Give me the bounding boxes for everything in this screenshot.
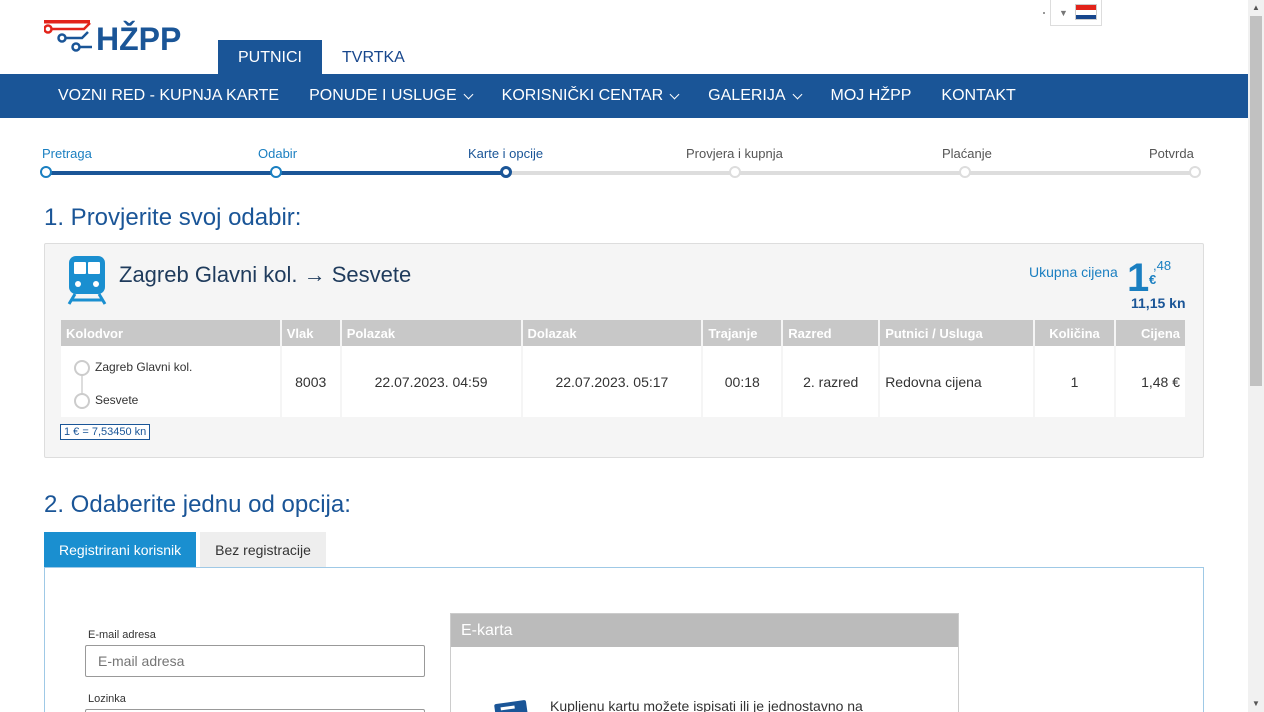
total-price-kn: 11,15 kn: [1131, 295, 1186, 311]
language-selector[interactable]: ▼: [1050, 0, 1102, 26]
stations-cell: Zagreb Glavni kol. Sesvete: [61, 346, 282, 417]
step-dot: [500, 166, 512, 178]
scroll-down-icon[interactable]: ▼: [1248, 696, 1264, 712]
email-label: E-mail adresa: [88, 629, 156, 641]
nav-vozni-red[interactable]: VOZNI RED - KUPNJA KARTE: [58, 87, 279, 105]
scrollbar-thumb[interactable]: [1250, 16, 1262, 386]
nav-label: PONUDE I USLUGE: [309, 87, 457, 104]
nav-moj-hzpp[interactable]: MOJ HŽPP: [831, 87, 912, 105]
step-dot: [270, 166, 282, 178]
col-kolicina: Količina: [1034, 320, 1116, 346]
nav-label: KORISNIČKI CENTAR: [501, 87, 664, 104]
croatian-flag-icon: [1075, 4, 1097, 20]
exchange-rate-badge: 1 € = 7,53450 kn: [60, 424, 151, 440]
departure-time: 22.07.2023. 04:59: [340, 346, 523, 417]
fare-type: Redovna cijena: [879, 346, 1036, 417]
chevron-down-icon: ▼: [1059, 8, 1068, 18]
col-cijena: Cijena: [1114, 320, 1188, 346]
duration: 00:18: [702, 346, 784, 417]
col-vlak: Vlak: [280, 320, 342, 346]
train-number: 8003: [280, 346, 342, 417]
section2-title: 2. Odaberite jednu od opcija:: [44, 491, 351, 518]
hzpp-logo[interactable]: HŽPP: [44, 18, 204, 56]
table-header-row: Kolodvor Vlak Polazak Dolazak Trajanje R…: [61, 320, 1188, 346]
ticket-icon: [494, 700, 529, 712]
nav-kontakt[interactable]: KONTAKT: [941, 87, 1015, 105]
total-price-currency: €: [1149, 272, 1157, 287]
selection-summary: Zagreb Glavni kol. → Sesvete Ukupna cije…: [44, 243, 1204, 458]
col-dolazak: Dolazak: [521, 320, 704, 346]
chevron-down-icon: [463, 89, 474, 99]
ekarta-panel: E-karta Kupljenu kartu možete ispisati i…: [450, 613, 959, 712]
total-price-cents: ,48: [1153, 258, 1172, 273]
to-station: Sesvete: [95, 393, 139, 407]
col-putnici-usluga: Putnici / Usluga: [879, 320, 1036, 346]
top-tabs: PUTNICI TVRTKA: [218, 40, 425, 74]
separator-dot: [1043, 12, 1045, 14]
quantity: 1: [1034, 346, 1116, 417]
station-dot: [74, 393, 90, 409]
nav-label: GALERIJA: [708, 87, 786, 104]
step-provjera-i-kupnja: Provjera i kupnja: [686, 146, 783, 161]
row-price: 1,48 €: [1114, 346, 1188, 417]
main-nav: VOZNI RED - KUPNJA KARTE PONUDE I USLUGE…: [0, 74, 1248, 118]
nav-label: MOJ HŽPP: [830, 87, 912, 104]
nav-label: KONTAKT: [941, 87, 1016, 104]
email-field[interactable]: [85, 645, 425, 677]
nav-galerija[interactable]: GALERIJA: [708, 87, 802, 105]
step-potvrda: Potvrda: [1149, 146, 1194, 161]
arrival-time: 22.07.2023. 05:17: [521, 346, 704, 417]
nav-ponude-i-usluge[interactable]: PONUDE I USLUGE: [309, 87, 474, 105]
step-karte-i-opcije: Karte i opcije: [468, 146, 544, 161]
nav-label: VOZNI RED - KUPNJA KARTE: [58, 87, 280, 104]
step-dot: [729, 166, 741, 178]
route-title: Zagreb Glavni kol. → Sesvete: [119, 262, 412, 287]
page: HŽPP ▼ PUTNICI TVRTKA VOZNI RED - KUPNJA…: [0, 0, 1248, 712]
login-option-tabs: Registrirani korisnik Bez registracije: [44, 532, 330, 568]
total-price-whole: 1: [1127, 256, 1150, 300]
tab-bez-registracije[interactable]: Bez registracije: [200, 532, 326, 568]
from-station: Zagreb Glavni kol.: [95, 360, 193, 374]
col-polazak: Polazak: [340, 320, 523, 346]
ticket-table: Kolodvor Vlak Polazak Dolazak Trajanje R…: [61, 320, 1188, 417]
scroll-up-icon[interactable]: ▲: [1248, 0, 1264, 16]
tab-tvrtka[interactable]: TVRTKA: [322, 40, 425, 74]
chevron-down-icon: [792, 89, 802, 99]
tab-registrirani-korisnik[interactable]: Registrirani korisnik: [44, 532, 197, 568]
col-trajanje: Trajanje: [702, 320, 784, 346]
vertical-scrollbar[interactable]: ▲ ▼: [1248, 0, 1264, 712]
step-placanje: Plaćanje: [942, 146, 992, 161]
table-row: Zagreb Glavni kol. Sesvete 8003 22.07.20…: [61, 346, 1188, 417]
station-dot: [74, 360, 90, 376]
chevron-down-icon: [669, 89, 680, 99]
step-odabir[interactable]: Odabir: [258, 146, 297, 161]
step-dot: [959, 166, 971, 178]
ekarta-title: E-karta: [451, 614, 958, 647]
total-price-label: Ukupna cijena: [1029, 264, 1118, 280]
ekarta-description: Kupljenu kartu možete ispisati ili je je…: [550, 698, 863, 712]
password-label: Lozinka: [88, 693, 126, 705]
travel-class: 2. razred: [782, 346, 881, 417]
progress-track: [46, 171, 1196, 175]
step-dot: [40, 166, 52, 178]
svg-text:HŽPP: HŽPP: [96, 21, 181, 56]
section1-title: 1. Provjerite svoj odabir:: [44, 204, 302, 231]
step-dot: [1189, 166, 1201, 178]
col-kolodvor: Kolodvor: [61, 320, 282, 346]
col-razred: Razred: [782, 320, 881, 346]
step-pretraga[interactable]: Pretraga: [42, 146, 92, 161]
nav-korisnicki-centar[interactable]: KORISNIČKI CENTAR: [501, 87, 680, 105]
tab-putnici[interactable]: PUTNICI: [218, 40, 322, 74]
train-icon: [67, 256, 107, 305]
